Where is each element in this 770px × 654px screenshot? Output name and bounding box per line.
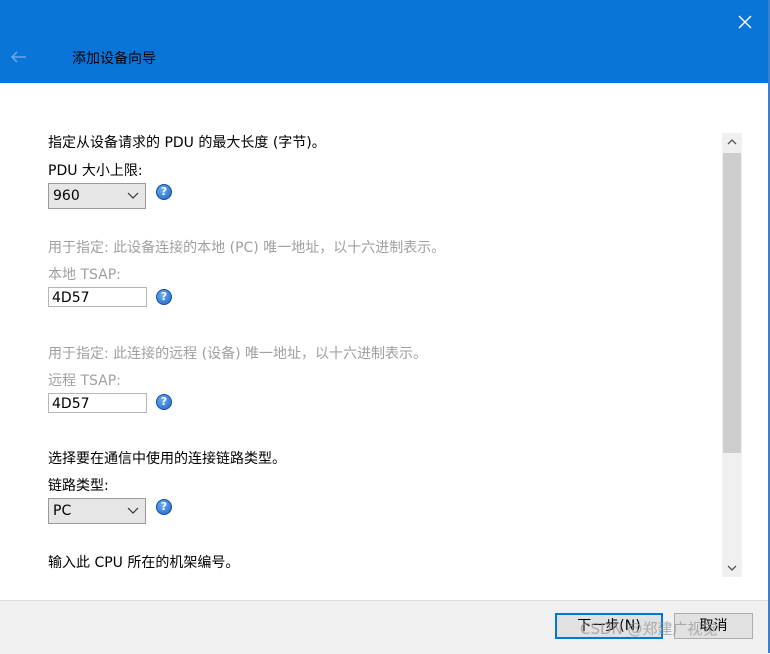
close-icon [738,15,752,29]
local-tsap-value: 4D57 [52,290,90,306]
chevron-down-icon [127,192,139,199]
remote-tsap-input[interactable]: 4D57 [48,393,147,413]
cancel-button[interactable]: 取消 [674,613,753,639]
pdu-size-value: 960 [53,188,80,204]
next-button[interactable]: 下一步(N) [555,613,663,639]
remote-tsap-value: 4D57 [52,396,90,412]
link-type-label: 链路类型: [48,478,109,494]
link-type-help-icon[interactable]: ? [156,499,172,515]
local-tsap-label: 本地 TSAP: [48,267,121,283]
pdu-size-select[interactable]: 960 [48,183,146,209]
local-tsap-input[interactable]: 4D57 [48,287,147,307]
remote-tsap-label: 远程 TSAP: [48,373,121,389]
link-type-description: 选择要在通信中使用的连接链路类型。 [48,451,286,467]
link-type-select[interactable]: PC [48,498,146,524]
pdu-help-icon[interactable]: ? [156,184,172,200]
local-tsap-help-icon[interactable]: ? [156,289,172,305]
title-bar: 添加设备向导 [0,0,768,83]
remote-tsap-description: 用于指定: 此连接的远程 (设备) 唯一地址，以十六进制表示。 [48,346,427,362]
pdu-label: PDU 大小上限: [48,163,143,179]
local-tsap-description: 用于指定: 此设备连接的本地 (PC) 唯一地址，以十六进制表示。 [48,240,446,256]
scroll-thumb[interactable] [723,153,741,453]
wizard-title: 添加设备向导 [72,51,156,67]
vertical-scrollbar[interactable] [722,133,742,577]
link-type-value: PC [53,503,72,519]
back-arrow-icon [10,51,26,63]
pdu-description: 指定从设备请求的 PDU 的最大长度 (字节)。 [48,135,326,151]
close-button[interactable] [731,8,759,36]
chevron-up-icon [727,139,737,145]
chevron-down-icon [727,565,737,571]
back-button[interactable] [8,46,30,68]
footer-bar: 下一步(N) 取消 [0,600,768,654]
rack-description: 输入此 CPU 所在的机架编号。 [48,555,240,571]
scroll-up-button[interactable] [722,133,742,151]
scroll-down-button[interactable] [722,559,742,577]
chevron-down-icon [127,507,139,514]
remote-tsap-help-icon[interactable]: ? [156,394,172,410]
